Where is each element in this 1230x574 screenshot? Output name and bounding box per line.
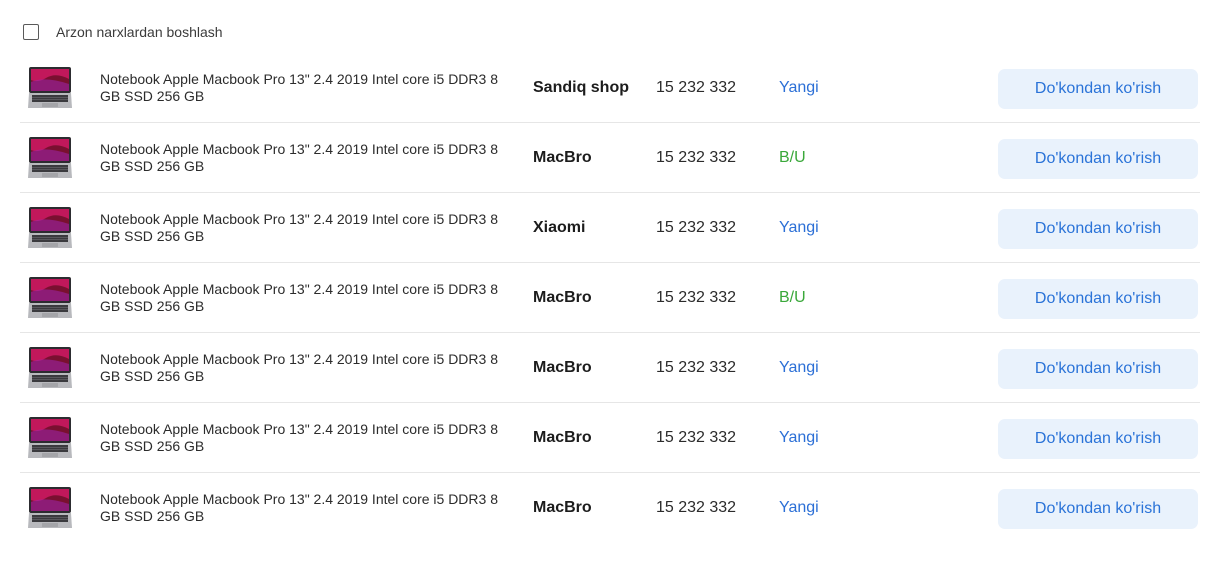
view-in-shop-button[interactable]: Do'kondan ko'rish <box>998 419 1198 459</box>
offer-row: Notebook Apple Macbook Pro 13" 2.4 2019 … <box>20 333 1200 403</box>
product-title: Notebook Apple Macbook Pro 13" 2.4 2019 … <box>100 211 498 244</box>
offer-row: Notebook Apple Macbook Pro 13" 2.4 2019 … <box>20 123 1200 193</box>
view-in-shop-button[interactable]: Do'kondan ko'rish <box>998 349 1198 389</box>
product-price: 15 232 332 <box>656 219 737 236</box>
sort-cheapest-label: Arzon narxlardan boshlash <box>56 24 223 40</box>
offer-list: Notebook Apple Macbook Pro 13" 2.4 2019 … <box>20 53 1200 543</box>
shop-name: Xiaomi <box>533 219 586 236</box>
shop-name: Sandiq shop <box>533 79 629 96</box>
condition-label: Yangi <box>779 499 819 516</box>
offer-row: Notebook Apple Macbook Pro 13" 2.4 2019 … <box>20 263 1200 333</box>
laptop-icon <box>28 67 72 108</box>
product-price: 15 232 332 <box>656 359 737 376</box>
product-title: Notebook Apple Macbook Pro 13" 2.4 2019 … <box>100 71 498 104</box>
offer-row: Notebook Apple Macbook Pro 13" 2.4 2019 … <box>20 473 1200 543</box>
shop-name: MacBro <box>533 499 592 516</box>
view-in-shop-button[interactable]: Do'kondan ko'rish <box>998 69 1198 109</box>
sort-cheapest-checkbox[interactable] <box>23 24 39 40</box>
view-in-shop-button[interactable]: Do'kondan ko'rish <box>998 489 1198 529</box>
view-in-shop-button[interactable]: Do'kondan ko'rish <box>998 279 1198 319</box>
product-title: Notebook Apple Macbook Pro 13" 2.4 2019 … <box>100 491 498 524</box>
shop-name: MacBro <box>533 429 592 446</box>
laptop-icon <box>28 207 72 248</box>
product-price: 15 232 332 <box>656 429 737 446</box>
laptop-icon <box>28 277 72 318</box>
view-in-shop-button[interactable]: Do'kondan ko'rish <box>998 209 1198 249</box>
product-title: Notebook Apple Macbook Pro 13" 2.4 2019 … <box>100 421 498 454</box>
laptop-icon <box>28 487 72 528</box>
product-price: 15 232 332 <box>656 149 737 166</box>
condition-label: Yangi <box>779 219 819 236</box>
view-in-shop-button[interactable]: Do'kondan ko'rish <box>998 139 1198 179</box>
condition-label: Yangi <box>779 359 819 376</box>
product-title: Notebook Apple Macbook Pro 13" 2.4 2019 … <box>100 281 498 314</box>
laptop-icon <box>28 417 72 458</box>
condition-label: Yangi <box>779 79 819 96</box>
offer-row: Notebook Apple Macbook Pro 13" 2.4 2019 … <box>20 53 1200 123</box>
laptop-icon <box>28 137 72 178</box>
product-price: 15 232 332 <box>656 499 737 516</box>
product-title: Notebook Apple Macbook Pro 13" 2.4 2019 … <box>100 351 498 384</box>
condition-label: Yangi <box>779 429 819 446</box>
product-title: Notebook Apple Macbook Pro 13" 2.4 2019 … <box>100 141 498 174</box>
condition-label: B/U <box>779 289 806 306</box>
shop-name: MacBro <box>533 359 592 376</box>
offer-row: Notebook Apple Macbook Pro 13" 2.4 2019 … <box>20 403 1200 473</box>
product-price: 15 232 332 <box>656 289 737 306</box>
laptop-icon <box>28 347 72 388</box>
condition-label: B/U <box>779 149 806 166</box>
shop-name: MacBro <box>533 149 592 166</box>
offer-row: Notebook Apple Macbook Pro 13" 2.4 2019 … <box>20 193 1200 263</box>
shop-name: MacBro <box>533 289 592 306</box>
product-price: 15 232 332 <box>656 79 737 96</box>
sort-cheapest-filter[interactable]: Arzon narxlardan boshlash <box>23 22 223 42</box>
